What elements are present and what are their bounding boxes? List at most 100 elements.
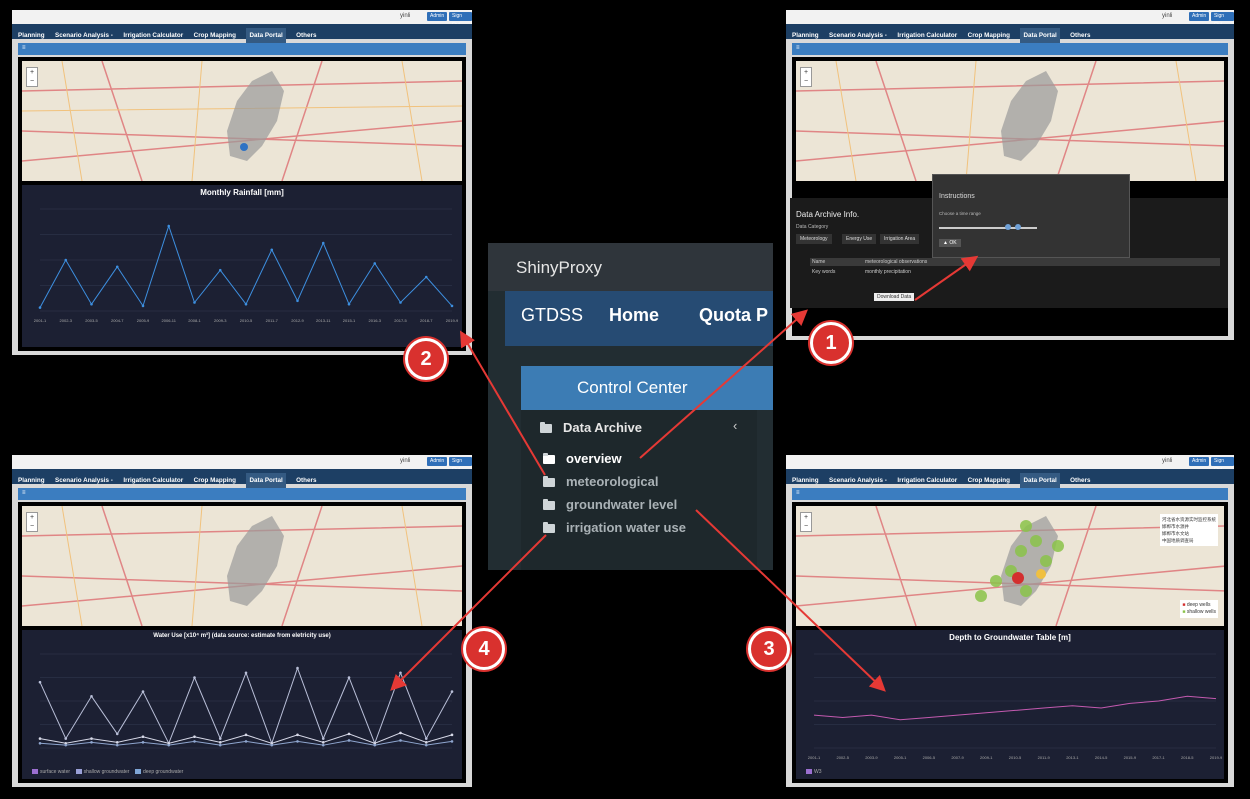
tab-scenario[interactable]: Scenario Analysis - [829, 473, 887, 488]
bars-icon[interactable]: ≡ [796, 490, 800, 496]
folder-icon [543, 522, 555, 533]
tab-planning[interactable]: Planning [792, 28, 819, 43]
zoom-control[interactable]: + − [26, 512, 38, 532]
admin-button[interactable]: Admin [1189, 12, 1210, 21]
map[interactable]: + − [796, 61, 1224, 181]
bars-icon[interactable]: ≡ [796, 45, 800, 51]
tab-irrigation[interactable]: Irrigation Calculator [897, 473, 957, 488]
tab-data-portal[interactable]: Data Portal [1020, 28, 1060, 43]
top-bar: yinli Admin Sign Out [12, 455, 472, 473]
cat-meteorology[interactable]: Meteorology [796, 234, 832, 244]
admin-button[interactable]: Admin [1189, 457, 1210, 466]
signout-button[interactable]: Sign Out [1211, 457, 1234, 473]
data-point [193, 676, 196, 679]
tab-planning[interactable]: Planning [18, 473, 45, 488]
data-point [64, 258, 68, 262]
sidebar-data-archive[interactable]: Data Archive [563, 420, 642, 435]
layer-item[interactable]: 河北省水资源实时监控系统 [1162, 516, 1216, 523]
data-point [244, 733, 248, 737]
x-tick-label: 2006-5 [923, 755, 936, 760]
nav-gtdss[interactable]: GTDSS [521, 305, 583, 326]
legend-w3[interactable]: W3 [814, 769, 822, 775]
map[interactable]: + − 河北省水资源实时监控系统 邯郸市水源井 邯郸市水文站 中国地质调查局 ■ … [796, 506, 1224, 626]
sidebar-item-irrigation[interactable]: irrigation water use [566, 520, 686, 535]
nav-quota[interactable]: Quota P [699, 305, 768, 326]
x-tick-label: 2019-9 [446, 318, 459, 323]
tab-scenario[interactable]: Scenario Analysis - [55, 28, 113, 43]
tab-crop[interactable]: Crop Mapping [968, 473, 1010, 488]
slider-handle[interactable] [1005, 224, 1011, 230]
tab-data-portal[interactable]: Data Portal [246, 28, 286, 43]
groundwater-plot: 2001-1 2002-5 2003-9 2005-1 2006-5 2007-9 2009… [808, 653, 1223, 760]
brand: ShinyProxy [516, 258, 602, 277]
tab-others[interactable]: Others [296, 28, 316, 43]
zoom-control[interactable]: + − [26, 67, 38, 87]
data-point [167, 743, 171, 747]
data-point [399, 671, 402, 675]
data-point [90, 737, 93, 740]
layer-item[interactable]: 中国地质调查局 [1162, 537, 1216, 544]
tab-crop[interactable]: Crop Mapping [968, 28, 1010, 43]
layer-item[interactable]: 邯郸市水源井 [1162, 523, 1216, 530]
data-point [296, 733, 299, 737]
cat-energy[interactable]: Energy Use [842, 234, 877, 244]
zoom-control[interactable]: + − [800, 512, 812, 532]
tab-others[interactable]: Others [1070, 28, 1090, 43]
slider-handle[interactable] [1015, 224, 1021, 230]
tab-planning[interactable]: Planning [792, 473, 819, 488]
map-graphic [796, 61, 1224, 181]
box-header: ≡ [18, 43, 466, 55]
map[interactable]: + − [22, 61, 462, 181]
zoom-control[interactable]: + − [800, 67, 812, 87]
sidebar-item-overview[interactable]: overview [566, 451, 622, 466]
cat-irrigation[interactable]: Irrigation Area [880, 234, 920, 244]
signout-button[interactable]: Sign Out [1211, 12, 1234, 28]
time-slider[interactable] [939, 227, 1037, 229]
groundwater-chart: Depth to Groundwater Table [m] 2001-1 200… [796, 630, 1224, 779]
signout-button[interactable]: Sign Out [449, 12, 472, 28]
tab-planning[interactable]: Planning [18, 28, 45, 43]
data-point [270, 743, 274, 747]
tab-irrigation[interactable]: Irrigation Calculator [897, 28, 957, 43]
water-use-plot [38, 653, 454, 749]
tab-scenario[interactable]: Scenario Analysis - [55, 473, 113, 488]
x-tick-label: 2013-1 [1066, 755, 1079, 760]
layer-control[interactable]: 河北省水资源实时监控系统 邯郸市水源井 邯郸市水文站 中国地质调查局 [1160, 514, 1218, 546]
bars-icon[interactable]: ≡ [22, 45, 26, 51]
legend-shallow[interactable]: shallow groundwater [84, 769, 130, 775]
tab-data-portal[interactable]: Data Portal [246, 473, 286, 488]
legend-deep[interactable]: deep groundwater [143, 769, 183, 775]
admin-button[interactable]: Admin [427, 12, 448, 21]
tab-others[interactable]: Others [296, 473, 316, 488]
download-button[interactable]: Download Data [874, 293, 915, 301]
bars-icon[interactable]: ≡ [22, 490, 26, 496]
x-tick-label: 2011-7 [266, 318, 279, 323]
tab-crop[interactable]: Crop Mapping [194, 28, 236, 43]
tab-crop[interactable]: Crop Mapping [194, 473, 236, 488]
chevron-left-icon[interactable]: ‹ [733, 418, 737, 433]
sidebar-item-meteorological[interactable]: meteorological [566, 474, 658, 489]
admin-button[interactable]: Admin [427, 457, 448, 466]
data-point [450, 740, 454, 743]
tab-scenario[interactable]: Scenario Analysis - [829, 28, 887, 43]
map[interactable]: + − [22, 506, 462, 626]
signout-button[interactable]: Sign Out [449, 457, 472, 473]
panel-rainfall: yinli Admin Sign Out Planning Scenario A… [12, 10, 472, 355]
ok-label: OK [949, 240, 957, 246]
nav-home[interactable]: Home [609, 305, 659, 326]
tab-irrigation[interactable]: Irrigation Calculator [123, 28, 183, 43]
main-nav: Planning Scenario Analysis - Irrigation … [12, 24, 472, 43]
tab-data-portal[interactable]: Data Portal [1020, 473, 1060, 488]
legend-surface[interactable]: surface water [40, 769, 70, 775]
tab-irrigation[interactable]: Irrigation Calculator [123, 473, 183, 488]
panel-body: + − 河北省水资源实时监控系统 邯郸市水源井 邯郸市水文站 中国地质调查局 ■ … [792, 502, 1228, 783]
data-point [115, 265, 119, 269]
tab-others[interactable]: Others [1070, 473, 1090, 488]
sidebar-item-groundwater[interactable]: groundwater level [566, 497, 677, 512]
series-line [39, 666, 453, 745]
water-use-chart: Water Use [x10⁴ m³] (data source: estima… [22, 630, 462, 779]
layer-item[interactable]: 邯郸市水文站 [1162, 530, 1216, 537]
archive-title: Data Archive Info. [796, 210, 860, 219]
x-tick-label: 2018-5 [1181, 755, 1194, 760]
ok-button[interactable]: ▲ OK [939, 239, 961, 247]
